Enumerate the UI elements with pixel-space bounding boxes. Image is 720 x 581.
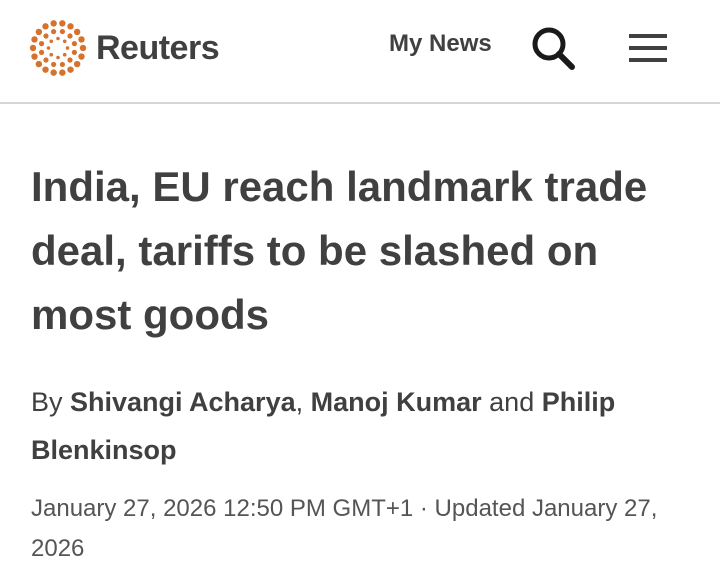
logo-dot: [71, 49, 78, 55]
logo-dot: [46, 46, 51, 50]
logo-dot: [51, 28, 57, 35]
logo-dot: [31, 36, 38, 43]
article-byline: By Shivangi Acharya, Manoj Kumar and Phi…: [31, 378, 691, 474]
reuters-logo[interactable]: Reuters: [28, 18, 220, 78]
logo-dot: [78, 36, 85, 43]
published-date: January 27, 2026 12:50 PM GMT+1: [31, 495, 414, 522]
byline-prefix: By: [31, 387, 71, 417]
logo-dot: [67, 23, 74, 30]
hamburger-menu-icon[interactable]: [624, 28, 672, 68]
logo-dot: [35, 28, 43, 36]
logo-dot: [29, 44, 37, 52]
logo-dot: [49, 39, 54, 44]
byline-separator: and: [481, 387, 542, 417]
logo-dot: [62, 39, 67, 44]
logo-dot: [65, 46, 70, 50]
logo-dot: [78, 53, 85, 60]
logo-text: Reuters: [96, 28, 220, 67]
logo-dot: [31, 53, 38, 60]
article-headline: India, EU reach landmark trade deal, tar…: [31, 163, 648, 338]
logo-dot: [50, 20, 57, 27]
reuters-dot-ring-icon: [28, 18, 88, 78]
my-news-link[interactable]: My News: [389, 30, 492, 58]
logo-dot: [38, 41, 45, 47]
logo-dot: [67, 33, 73, 39]
logo-dot: [43, 33, 49, 39]
logo-dot: [42, 66, 49, 73]
logo-dot: [43, 57, 49, 63]
date-separator: ·: [413, 495, 435, 522]
logo-dot: [59, 20, 66, 27]
logo-dot: [59, 28, 65, 35]
logo-dot: [50, 69, 57, 76]
logo-dot: [42, 23, 49, 30]
site-header: Reuters My News: [0, 0, 720, 104]
logo-dot: [71, 41, 78, 47]
logo-dot: [79, 44, 87, 52]
logo-dot: [38, 49, 45, 55]
logo-dot: [35, 60, 43, 68]
author-link[interactable]: Shivangi Acharya: [70, 387, 296, 417]
logo-dot: [59, 69, 66, 76]
logo-dot: [59, 61, 65, 68]
logo-dot: [49, 52, 54, 57]
logo-dot: [62, 52, 67, 57]
logo-dot: [56, 55, 60, 60]
search-icon[interactable]: [528, 24, 578, 74]
logo-dot: [67, 66, 74, 73]
logo-dot: [51, 61, 57, 68]
logo-dot: [56, 36, 60, 41]
logo-dot: [73, 28, 81, 36]
byline-separator: ,: [295, 387, 311, 417]
logo-dot: [73, 60, 81, 68]
author-link[interactable]: Manoj Kumar: [311, 387, 482, 417]
logo-dot: [67, 57, 73, 63]
article-dateline: January 27, 2026 12:50 PM GMT+1 · Update…: [31, 489, 691, 569]
